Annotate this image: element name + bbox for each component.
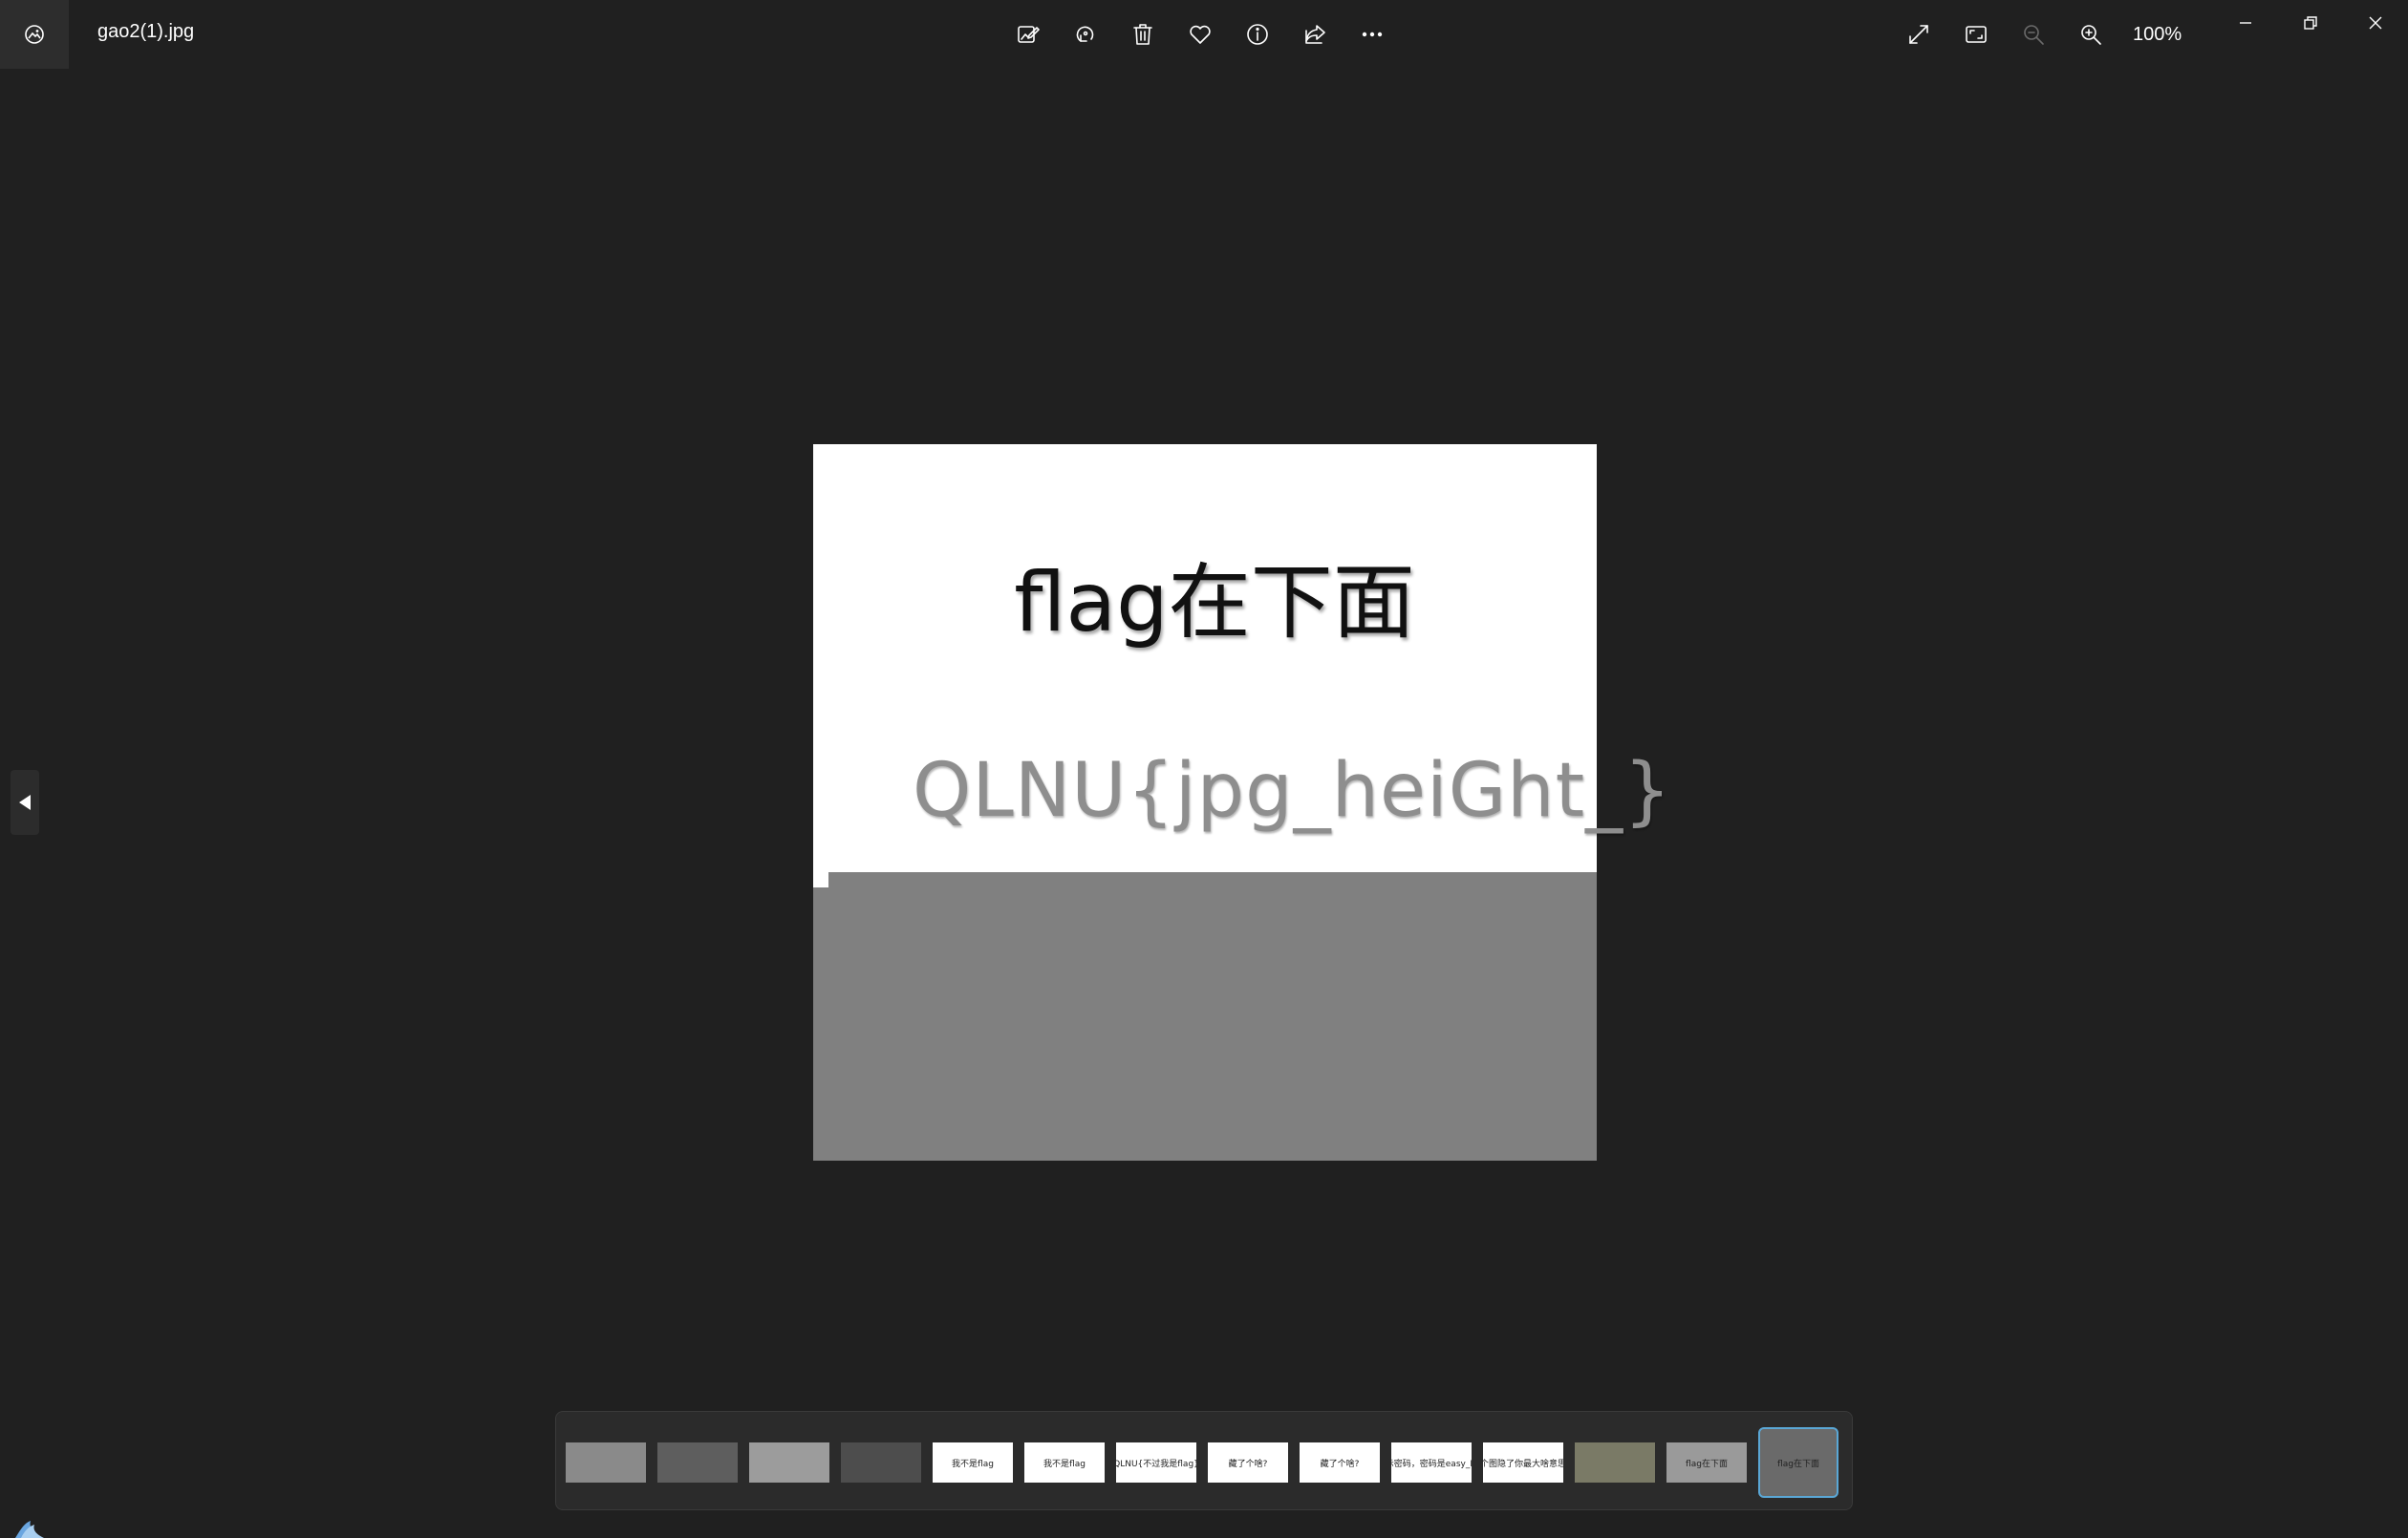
zoom-out-button[interactable] [2009,10,2058,59]
photos-app-icon [25,25,44,44]
share-icon [1305,25,1325,44]
file-info-button[interactable] [1233,10,1282,59]
minimize-icon [2240,22,2251,24]
bird-logo-icon [15,1521,44,1538]
expand-icon [1909,25,1928,44]
rotate-button[interactable] [1061,10,1110,59]
info-icon [1247,24,1268,45]
zoom-in-icon [2081,25,2101,45]
filmstrip-thumbnail[interactable]: 藏了个啥? [1208,1442,1288,1483]
thumbnail-label: flag在下面 [1777,1459,1819,1469]
image-flag-text: QLNU{jpg_heiGht_} [913,748,1672,834]
title-bar: gao2(1).jpg 100% [0,0,2408,69]
edit-image-button[interactable] [1003,10,1053,59]
chevron-left-icon [19,795,31,810]
thumbnail-label: flag在下面 [1686,1459,1728,1469]
filmstrip-thumbnail[interactable] [1575,1442,1655,1483]
image-viewer[interactable]: flag在下面 QLNU{jpg_heiGht_} [813,444,1671,1161]
photos-app-button[interactable] [0,0,69,69]
filmstrip-thumbnail[interactable]: 这个图隐了你最大啥意思了 [1483,1442,1563,1483]
filmstrip-thumbnail[interactable]: 藏了个啥? [1300,1442,1380,1483]
filmstrip-thumbnail[interactable]: flag在下面 [1666,1442,1747,1483]
zoom-level[interactable]: 100% [2133,24,2200,46]
filmstrip-thumbnail[interactable]: flag在下面 [1758,1427,1838,1498]
previous-image-button[interactable] [11,770,39,835]
restore-button[interactable] [2278,0,2343,46]
window-controls [2213,0,2408,46]
view-controls: 100% [1894,10,2200,59]
close-icon [2369,16,2382,30]
image-top-region: flag在下面 QLNU{jpg_heiGht_} [813,444,1671,872]
thumbnail-label: 藏了个啥? [1228,1459,1268,1469]
image-headline: flag在下面 [1014,555,1415,651]
minimize-button[interactable] [2213,0,2278,46]
filmstrip-thumbnail[interactable]: 我不是flag [1024,1442,1105,1483]
thumbnail-label: 提示密码，密码是easy_LSB [1391,1459,1472,1469]
trash-icon [1133,24,1152,45]
filmstrip-thumbnail[interactable]: QLNU{不过我是flag} [1116,1442,1196,1483]
heart-icon [1190,25,1211,44]
rotate-icon [1076,26,1094,42]
close-button[interactable] [2343,0,2408,46]
fit-window-icon [1966,26,1987,43]
filmstrip: 我不是flag 我不是flag QLNU{不过我是flag} 藏了个啥? 藏了个啥? 提示… [555,1411,1853,1510]
delete-button[interactable] [1118,10,1168,59]
more-icon [1362,32,1383,37]
thumbnail-label: QLNU{不过我是flag} [1116,1459,1196,1469]
filmstrip-thumbnail[interactable] [749,1442,829,1483]
filmstrip-thumbnail[interactable] [566,1442,646,1483]
main-toolbar [1003,10,1397,59]
image-gray-region [813,872,1597,1161]
filmstrip-thumbnail[interactable] [841,1442,921,1483]
filmstrip-thumbnail[interactable]: 提示密码，密码是easy_LSB [1391,1442,1472,1483]
more-button[interactable] [1347,10,1397,59]
image-corner-artifact [813,872,828,887]
filmstrip-thumbnail[interactable]: 我不是flag [933,1442,1013,1483]
zoom-in-button[interactable] [2066,10,2116,59]
restore-icon [2304,16,2317,30]
file-name: gao2(1).jpg [97,21,195,42]
fit-to-window-button[interactable] [1951,10,2001,59]
thumbnail-label: 藏了个啥? [1320,1459,1360,1469]
full-screen-button[interactable] [1894,10,1944,59]
filmstrip-thumbnail[interactable] [657,1442,738,1483]
edit-image-icon [1018,26,1040,43]
share-button[interactable] [1290,10,1340,59]
thumbnail-label: 我不是flag [952,1459,994,1469]
zoom-out-icon [2024,25,2044,45]
favorite-button[interactable] [1175,10,1225,59]
thumbnail-label: 我不是flag [1043,1459,1086,1469]
thumbnail-label: 这个图隐了你最大啥意思了 [1483,1459,1563,1469]
